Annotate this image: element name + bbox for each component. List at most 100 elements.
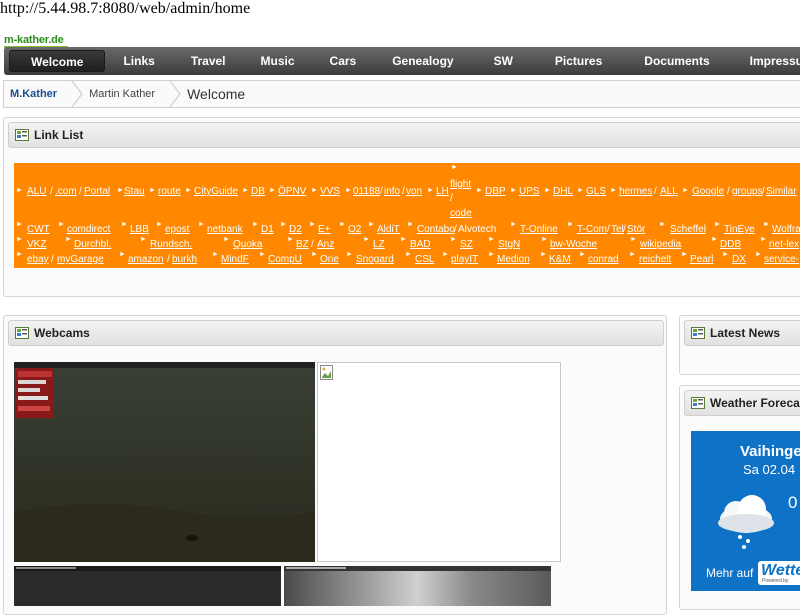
- link-tineye[interactable]: TinEye: [724, 224, 755, 235]
- link-route[interactable]: route: [158, 186, 181, 197]
- link-compu[interactable]: CompU: [268, 254, 302, 265]
- webcam-image-broken[interactable]: [317, 362, 561, 562]
- link-lz[interactable]: LZ: [373, 239, 385, 250]
- link-portal[interactable]: Portal: [84, 186, 110, 197]
- link-medion[interactable]: Medion: [497, 254, 530, 265]
- breadcrumb-item-home[interactable]: M.Kather: [4, 81, 71, 107]
- webcam-image[interactable]: [14, 566, 281, 606]
- link-bz[interactable]: BZ: [296, 239, 309, 250]
- link-contabo[interactable]: Contabo: [417, 224, 455, 235]
- link-similar[interactable]: Similar: [766, 186, 797, 197]
- link-ddb[interactable]: DDB: [720, 239, 741, 250]
- nav-item-cars[interactable]: Cars: [312, 50, 375, 72]
- link-bw-woche[interactable]: bw-Woche: [550, 239, 597, 250]
- link-t-com[interactable]: T-Com: [577, 224, 607, 235]
- link-conrad[interactable]: conrad: [588, 254, 619, 265]
- link-cwt[interactable]: CWT: [27, 224, 50, 235]
- link-lh[interactable]: LH: [436, 186, 449, 197]
- link-net-lex[interactable]: net-lex: [769, 239, 799, 250]
- link-dx[interactable]: DX: [732, 254, 746, 265]
- link-rundsch[interactable]: Rundsch.: [150, 239, 192, 250]
- link-code[interactable]: code: [450, 208, 472, 219]
- wetter-logo[interactable]: Wette Powered by: [758, 561, 800, 585]
- breadcrumb-item-user[interactable]: Martin Kather: [83, 81, 169, 107]
- nav-item-documents[interactable]: Documents: [622, 50, 731, 72]
- nav-item-music[interactable]: Music: [244, 50, 312, 72]
- link-netbank[interactable]: netbank: [207, 224, 243, 235]
- site-logo[interactable]: m-kather.de: [4, 34, 64, 46]
- link-csl[interactable]: CSL: [415, 254, 434, 265]
- link-d1[interactable]: D1: [261, 224, 274, 235]
- link-lbb[interactable]: LBB: [130, 224, 149, 235]
- link-t-online[interactable]: T-Online: [520, 224, 558, 235]
- bullet-icon: ►: [16, 251, 23, 258]
- link-ebay[interactable]: ebay: [27, 254, 49, 265]
- nav-item-welcome[interactable]: Welcome: [9, 50, 106, 72]
- link-km[interactable]: K&M: [549, 254, 571, 265]
- link-info[interactable]: info: [384, 186, 400, 197]
- link-mygarage[interactable]: myGarage: [57, 254, 104, 265]
- link-anz[interactable]: Anz: [317, 239, 334, 250]
- link-com[interactable]: .com: [55, 186, 77, 197]
- link-stgn[interactable]: StgN: [498, 239, 520, 250]
- link-dbp[interactable]: DBP: [485, 186, 506, 197]
- link-wolfram[interactable]: Wolfra: [772, 224, 800, 235]
- link-durchbl[interactable]: Durchbl.: [74, 239, 111, 250]
- link-bad[interactable]: BAD: [410, 239, 431, 250]
- link-one[interactable]: One: [320, 254, 339, 265]
- link-o2[interactable]: O2: [348, 224, 361, 235]
- link-pearl[interactable]: Pearl: [690, 254, 713, 265]
- link-ups[interactable]: UPS: [519, 186, 540, 197]
- bullet-icon: ►: [544, 187, 551, 194]
- link-groups[interactable]: groups: [732, 186, 763, 197]
- link-wikipedia[interactable]: wikipedia: [640, 239, 681, 250]
- link-gls[interactable]: GLS: [586, 186, 606, 197]
- link-hermes[interactable]: hermes: [619, 186, 652, 197]
- link-mindf[interactable]: MindF: [221, 254, 249, 265]
- link-stau[interactable]: Stau: [124, 186, 145, 197]
- nav-item-travel[interactable]: Travel: [173, 50, 244, 72]
- nav-item-genealogy[interactable]: Genealogy: [374, 50, 471, 72]
- address-bar-url[interactable]: http://5.44.98.7:8080/web/admin/home: [0, 0, 250, 18]
- link-sz[interactable]: SZ: [460, 239, 473, 250]
- link-amazon[interactable]: amazon: [128, 254, 164, 265]
- link-epost[interactable]: epost: [165, 224, 189, 235]
- link-reichelt[interactable]: reichelt: [639, 254, 671, 265]
- breadcrumb-separator-icon: [71, 81, 83, 107]
- link-01188[interactable]: 01188: [353, 186, 380, 197]
- link-dhl[interactable]: DHL: [553, 186, 573, 197]
- nav-item-sw[interactable]: SW: [472, 50, 535, 72]
- link-service[interactable]: service-: [764, 254, 799, 265]
- link-flight[interactable]: flight: [450, 179, 471, 190]
- link-quoka[interactable]: Quoka: [233, 239, 262, 250]
- webcam-image[interactable]: [14, 362, 315, 562]
- link-vvs[interactable]: VVS: [320, 186, 340, 197]
- link-oepnv[interactable]: ÖPNV: [278, 186, 306, 197]
- nav-item-impressum[interactable]: Impressum: [732, 50, 800, 72]
- weather-widget[interactable]: Vaihinge Sa 02.04 0 Mehr auf Wette Power…: [691, 431, 800, 591]
- link-cityguide[interactable]: CityGuide: [194, 186, 238, 197]
- link-tel[interactable]: Tel: [611, 224, 624, 235]
- link-all[interactable]: ALL: [660, 186, 678, 197]
- link-eplus[interactable]: E+: [318, 224, 331, 235]
- webcam-image[interactable]: [284, 566, 551, 606]
- bullet-icon: ►: [577, 187, 584, 194]
- link-stoer[interactable]: Stör: [627, 224, 645, 235]
- link-alu[interactable]: ALU: [27, 186, 46, 197]
- link-db[interactable]: DB: [251, 186, 265, 197]
- link-scheffel[interactable]: Scheffel: [670, 224, 706, 235]
- link-aldit[interactable]: AldiT: [377, 224, 400, 235]
- link-vkz[interactable]: VKZ: [27, 239, 46, 250]
- link-playit[interactable]: playIT: [451, 254, 478, 265]
- weather-more-label[interactable]: Mehr auf: [706, 566, 753, 580]
- link-burkh[interactable]: burkh: [172, 254, 197, 265]
- nav-item-pictures[interactable]: Pictures: [535, 50, 622, 72]
- link-d2[interactable]: D2: [289, 224, 302, 235]
- link-snogard[interactable]: Snogard: [356, 254, 394, 265]
- bullet-icon: ►: [259, 251, 266, 258]
- link-comdirect[interactable]: comdirect: [67, 224, 110, 235]
- nav-item-links[interactable]: Links: [105, 50, 172, 72]
- link-von[interactable]: von: [406, 186, 422, 197]
- bullet-icon: ►: [567, 221, 574, 228]
- link-google[interactable]: Google: [692, 186, 724, 197]
